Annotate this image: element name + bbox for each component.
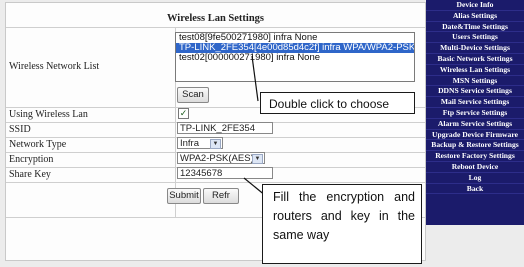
menu-item-multi-device-settings[interactable]: Multi-Device Settings [426, 43, 524, 54]
menu-item-wireless-lan-settings[interactable]: Wireless Lan Settings [426, 65, 524, 76]
network-type-select[interactable]: Infra ▼ [177, 137, 223, 149]
menu-item-back[interactable]: Back [426, 184, 524, 195]
encryption-label: Encryption [9, 154, 54, 165]
menu-item-reboot-device[interactable]: Reboot Device [426, 162, 524, 173]
network-type-label: Network Type [9, 139, 67, 150]
ssid-label: SSID [9, 124, 31, 135]
network-list-label: Wireless Network List [9, 61, 100, 72]
network-item[interactable]: test02[000000271980] infra None [176, 53, 414, 63]
menu-item-ftp-settings[interactable]: Ftp Service Settings [426, 108, 524, 119]
using-wireless-checkbox[interactable]: ✓ [178, 108, 189, 119]
menu-item-msn-settings[interactable]: MSN Settings [426, 76, 524, 87]
menu-item-alarm-settings[interactable]: Alarm Service Settings [426, 119, 524, 130]
menu-item-basic-network-settings[interactable]: Basic Network Settings [426, 54, 524, 65]
menu-item-ddns-settings[interactable]: DDNS Service Settings [426, 86, 524, 98]
network-listbox[interactable]: test08[9fe500271980] infra None TP-LINK_… [175, 32, 415, 82]
panel-title: Wireless Lan Settings [166, 13, 265, 24]
menu-item-upgrade-firmware[interactable]: Upgrade Device Firmware [426, 130, 524, 141]
network-type-value: Infra [180, 138, 200, 149]
encryption-select[interactable]: WPA2-PSK(AES) ▼ [177, 152, 265, 164]
scan-button[interactable]: Scan [177, 87, 209, 103]
menu-item-device-info[interactable]: Device Info [426, 0, 524, 11]
submit-button[interactable]: Submit [167, 188, 201, 204]
menu-item-datetime-settings[interactable]: Date&Time Settings [426, 22, 524, 33]
menu-item-users-settings[interactable]: Users Settings [426, 32, 524, 44]
menu-item-alias-settings[interactable]: Alias Settings [426, 11, 524, 22]
share-key-label: Share Key [9, 169, 51, 180]
share-key-input[interactable]: 12345678 [177, 167, 273, 179]
callout-double-click: Double click to choose [260, 92, 415, 114]
encryption-value: WPA2-PSK(AES) [180, 153, 254, 164]
menu-item-mail-settings[interactable]: Mail Service Settings [426, 97, 524, 108]
using-wireless-label: Using Wireless Lan [9, 109, 88, 120]
refresh-button[interactable]: Refr [203, 188, 239, 204]
callout-fill-instructions: Fill the encryption and routers and key … [262, 184, 422, 264]
chevron-down-icon: ▼ [252, 154, 263, 164]
menu-item-log[interactable]: Log [426, 173, 524, 184]
menu-item-restore-factory[interactable]: Restore Factory Settings [426, 151, 524, 162]
menu-item-backup-restore[interactable]: Backup & Restore Settings [426, 140, 524, 152]
chevron-down-icon: ▼ [210, 139, 221, 149]
app-frame: Wireless Lan Settings Wireless Network L… [0, 0, 524, 267]
ssid-input[interactable]: TP-LINK_2FE354 [177, 122, 273, 134]
side-menu: Device Info Alias Settings Date&Time Set… [426, 0, 524, 225]
